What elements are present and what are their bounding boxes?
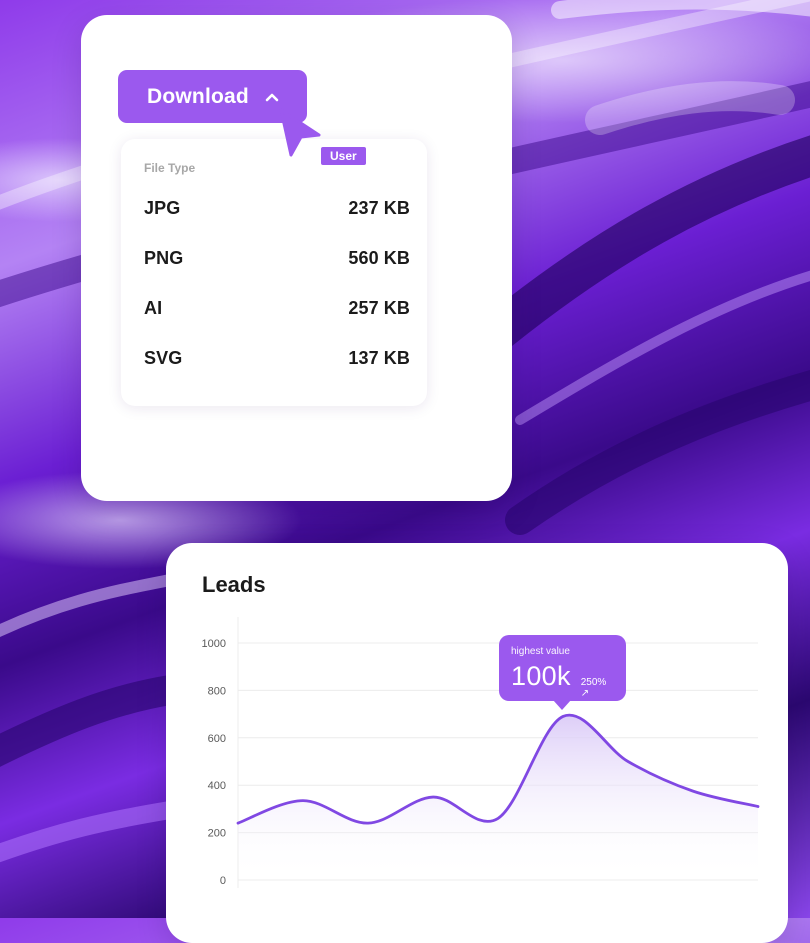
arrow-up-right-icon: ↗ bbox=[581, 688, 589, 699]
file-type-label: SVG bbox=[144, 348, 182, 369]
file-size-label: 137 KB bbox=[348, 348, 410, 369]
menu-item-ai[interactable]: AI 257 KB bbox=[144, 288, 410, 328]
y-tick-label: 600 bbox=[208, 733, 226, 745]
file-size-label: 237 KB bbox=[348, 198, 410, 219]
leads-chart: 0 200 400 600 800 1000 bbox=[166, 543, 788, 918]
y-tick-label: 200 bbox=[208, 828, 226, 840]
download-button-label: Download bbox=[147, 85, 249, 109]
menu-item-jpg[interactable]: JPG 237 KB bbox=[144, 188, 410, 228]
leads-chart-card: Leads 02004006008001000 highest value 10… bbox=[166, 543, 788, 943]
file-size-label: 257 KB bbox=[348, 298, 410, 319]
y-tick-label: 800 bbox=[208, 685, 226, 697]
menu-item-svg[interactable]: SVG 137 KB bbox=[144, 338, 410, 378]
cursor-pointer-icon bbox=[277, 107, 323, 159]
y-tick-label: 0 bbox=[220, 875, 226, 887]
file-type-label: PNG bbox=[144, 248, 183, 269]
dropdown-title: File Type bbox=[144, 161, 195, 175]
file-size-label: 560 KB bbox=[348, 248, 410, 269]
y-tick-label: 1000 bbox=[202, 638, 226, 650]
file-type-dropdown: File Type JPG 237 KB PNG 560 KB AI 257 K… bbox=[121, 139, 427, 406]
file-type-label: JPG bbox=[144, 198, 180, 219]
menu-item-png[interactable]: PNG 560 KB bbox=[144, 238, 410, 278]
y-tick-label: 400 bbox=[208, 780, 226, 792]
leads-area bbox=[238, 715, 758, 880]
download-card: Download File Type JPG 237 KB PNG 560 KB… bbox=[81, 15, 512, 501]
tooltip-change: 250% ↗ bbox=[581, 677, 614, 699]
tooltip-change-value: 250% bbox=[581, 677, 607, 688]
tooltip-value: 100k bbox=[511, 661, 571, 692]
highest-value-tooltip: highest value 100k 250% ↗ bbox=[499, 635, 626, 701]
chevron-up-icon bbox=[263, 88, 281, 106]
user-tag: User bbox=[321, 147, 366, 165]
file-type-label: AI bbox=[144, 298, 162, 319]
tooltip-label: highest value bbox=[511, 646, 614, 657]
